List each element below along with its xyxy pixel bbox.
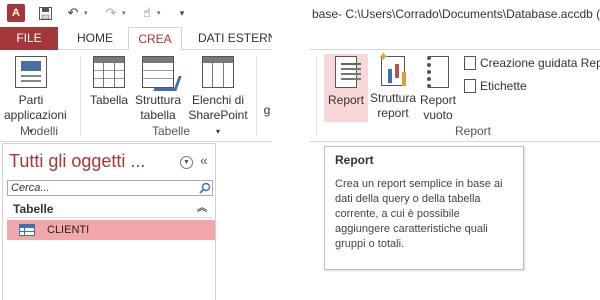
nav-menu-dropdown-icon[interactable]: ▼ <box>180 156 193 169</box>
ribbon-crea: Parti applicazioni ▾ Modelli Tabella Str… <box>0 50 272 142</box>
rempty-label-2: vuoto <box>423 108 453 122</box>
nav-group-tabelle[interactable]: Tabelle ︽ <box>7 200 213 218</box>
nav-group-label: Tabelle <box>13 202 54 216</box>
struttura-label-2: tabella <box>140 108 176 122</box>
tab-crea[interactable]: CREA <box>128 27 182 51</box>
table-design-icon <box>142 56 174 88</box>
struttura-tabella-button[interactable]: Struttura tabella <box>132 56 184 123</box>
etichette-label: Etichette <box>480 79 527 93</box>
tabella-button[interactable]: Tabella <box>86 56 132 108</box>
customize-qat-icon[interactable]: ▾ <box>176 4 188 22</box>
table-icon <box>19 224 35 236</box>
touch-mode-icon[interactable]: ☝ <box>140 4 154 22</box>
cut-off-ribbon-label: g <box>263 103 271 117</box>
etichette-button[interactable]: Etichette <box>464 79 527 93</box>
struttura-report-button[interactable]: Struttura report <box>368 49 418 121</box>
ribbon-report-group: Report Struttura report Report vuoto Cre… <box>310 49 600 142</box>
labels-icon <box>464 79 476 93</box>
parti-label-1: Parti <box>18 93 44 107</box>
tabella-label: Tabella <box>89 93 129 107</box>
redo-dropdown-icon[interactable]: ▾ <box>122 9 126 17</box>
ribbon-tabs: FILE HOME CREA DATI ESTERNI <box>0 27 272 51</box>
workspace-area <box>222 143 272 300</box>
ribbon-separator <box>256 56 257 136</box>
group-label-report: Report <box>454 124 492 138</box>
window-title: base- C:\Users\Corrado\Documents\Databas… <box>312 7 600 21</box>
collapse-pane-icon[interactable]: « <box>200 152 208 168</box>
wizard-label: Creazione guidata Repo <box>480 56 600 70</box>
search-input[interactable]: Cerca... <box>7 180 213 196</box>
redo-icon[interactable]: ↷ <box>104 4 118 22</box>
blank-report-icon <box>427 56 449 88</box>
title-bar: base- C:\Users\Corrado\Documents\Databas… <box>310 0 600 27</box>
group-label-tabelle: Tabelle <box>151 124 191 138</box>
report-vuoto-button[interactable]: Report vuoto <box>418 56 458 123</box>
undo-dropdown-icon[interactable]: ▾ <box>84 9 88 17</box>
rstruct-label-2: report <box>377 106 409 120</box>
undo-icon[interactable]: ↶ <box>66 4 80 22</box>
report-button[interactable]: Report <box>324 56 368 108</box>
navigation-pane: Tutti gli oggetti ... ▼ « Cerca... Tabel… <box>2 143 216 300</box>
access-logo-icon[interactable]: A <box>7 4 25 22</box>
ribbon-separator <box>80 56 81 136</box>
tooltip-body: Crea un report semplice in base ai dati … <box>335 178 503 250</box>
tab-home[interactable]: HOME <box>64 27 126 50</box>
rstruct-label-1: Struttura <box>369 91 417 105</box>
creazione-guidata-report-button[interactable]: Creazione guidata Repo <box>464 56 600 70</box>
sharepoint-label-1: Elenchi di <box>191 93 245 107</box>
report-wizard-icon <box>464 56 476 70</box>
group-label-modelli: Modelli <box>19 124 58 138</box>
ribbon-tab-strip <box>310 27 600 50</box>
report-tooltip: Report Crea un report semplice in base a… <box>324 146 524 270</box>
quick-access-toolbar: A ↶ ▾ ↷ ▾ ☝ ▾ ▾ <box>0 0 272 27</box>
tab-file[interactable]: FILE <box>0 27 58 50</box>
right-screenshot-panel: base- C:\Users\Corrado\Documents\Databas… <box>310 0 600 300</box>
collapse-group-icon[interactable]: ︽ <box>197 200 207 218</box>
tooltip-title: Report <box>335 153 374 167</box>
sharepoint-list-icon <box>202 56 234 88</box>
save-icon[interactable] <box>38 4 52 22</box>
nav-pane-title[interactable]: Tutti gli oggetti ... <box>9 151 145 172</box>
struttura-label-1: Struttura <box>134 93 182 107</box>
application-parts-icon <box>15 56 47 88</box>
touch-dropdown-icon[interactable]: ▾ <box>157 9 161 17</box>
search-icon[interactable] <box>196 180 213 196</box>
report-label: Report <box>327 93 365 107</box>
nav-item-label: CLIENTI <box>47 224 90 236</box>
report-design-icon <box>378 49 405 86</box>
rempty-label-1: Report <box>419 93 457 107</box>
nav-item-clienti[interactable]: CLIENTI <box>7 220 215 240</box>
left-screenshot-panel: A ↶ ▾ ↷ ▾ ☝ ▾ ▾ FILE HOME CREA DATI ESTE… <box>0 0 272 300</box>
ribbon-separator <box>316 56 317 136</box>
tab-dati-esterni[interactable]: DATI ESTERNI <box>188 27 272 50</box>
report-icon <box>335 56 361 88</box>
table-icon <box>93 56 125 88</box>
